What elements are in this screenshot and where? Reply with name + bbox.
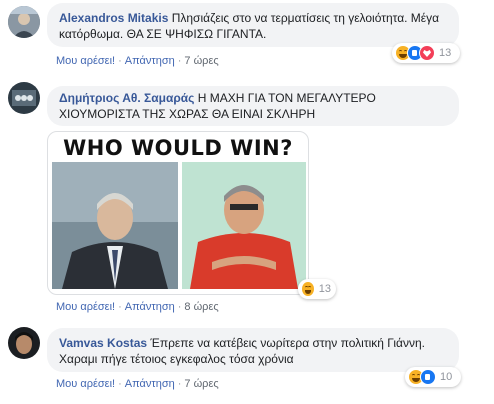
- like-link[interactable]: Μου αρέσει!: [56, 55, 115, 67]
- reaction-count: 13: [318, 283, 331, 295]
- separator: ·: [118, 55, 122, 67]
- separator: ·: [177, 378, 182, 390]
- like-link[interactable]: Μου αρέσει!: [56, 378, 115, 390]
- separator: ·: [118, 378, 122, 390]
- reaction-summary[interactable]: 13: [392, 43, 460, 63]
- separator: ·: [118, 301, 122, 313]
- reaction-summary[interactable]: 10: [405, 367, 461, 387]
- like-icon: [420, 369, 436, 385]
- reaction-count: 13: [439, 47, 452, 59]
- comment-bubble: Δημήτριος Αθ. Σαμαράς Η ΜΑΧΗ ΓΙΑ ΤΟΝ ΜΕΓ…: [47, 86, 459, 126]
- reply-link[interactable]: Απάντηση: [125, 55, 175, 67]
- comment-author[interactable]: Vamvas Kostas: [59, 336, 147, 350]
- like-link[interactable]: Μου αρέσει!: [56, 301, 115, 313]
- comment-bubble: Alexandros Mitakis Πλησιάζεις στο να τερ…: [47, 3, 459, 47]
- timestamp[interactable]: 7 ώρες: [184, 378, 218, 390]
- avatar[interactable]: [8, 327, 40, 359]
- photo-right: [182, 162, 306, 289]
- reaction-summary[interactable]: 13: [298, 279, 336, 299]
- photo-left: [52, 162, 178, 289]
- love-icon: [419, 45, 435, 61]
- reply-link[interactable]: Απάντηση: [125, 301, 175, 313]
- haha-icon: [301, 281, 315, 297]
- comment-author[interactable]: Δημήτριος Αθ. Σαμαράς: [59, 91, 194, 105]
- separator: ·: [177, 55, 182, 67]
- comment-bubble: Vamvas Kostas Έπρεπε να κατέβεις νωρίτερ…: [47, 328, 459, 372]
- separator: ·: [177, 301, 182, 313]
- image-title: WHO WOULD WIN?: [63, 136, 293, 160]
- comment-image[interactable]: WHO WOULD WIN?: [47, 131, 309, 295]
- timestamp[interactable]: 7 ώρες: [184, 55, 218, 67]
- comment-actions: Μου αρέσει! · Απάντηση · 7 ώρες: [56, 378, 219, 390]
- reaction-count: 10: [440, 371, 453, 383]
- comment-author[interactable]: Alexandros Mitakis: [59, 11, 168, 25]
- reply-link[interactable]: Απάντηση: [125, 378, 175, 390]
- comment-actions: Μου αρέσει! · Απάντηση · 8 ώρες: [56, 301, 219, 313]
- comment-1: Alexandros Mitakis Πλησιάζεις στο να τερ…: [0, 0, 494, 72]
- comment-actions: Μου αρέσει! · Απάντηση · 7 ώρες: [56, 55, 219, 67]
- avatar[interactable]: [8, 6, 40, 38]
- avatar[interactable]: [8, 82, 40, 114]
- timestamp[interactable]: 8 ώρες: [184, 301, 218, 313]
